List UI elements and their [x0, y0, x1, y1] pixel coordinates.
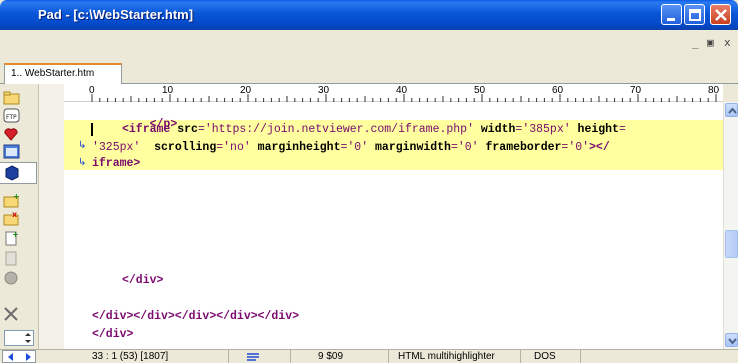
line-gutter — [38, 84, 64, 349]
project-box-icon — [5, 165, 19, 181]
ruler-label: 0 — [89, 85, 95, 96]
code-token: ></ — [589, 141, 610, 154]
spinner-arrows-icon — [25, 333, 31, 343]
ruler-label: 10 — [162, 85, 174, 96]
code-token: width — [480, 123, 516, 136]
scroll-thumb[interactable] — [725, 230, 738, 258]
status-bar: 33 : 1 (53) [1807] 9 $09 HTML multihighl… — [0, 349, 738, 363]
code-token: 'https://join.netviewer.com/iframe.php' — [204, 123, 474, 136]
ruler-label: 50 — [474, 85, 486, 96]
wrap-mode-icon[interactable] — [246, 352, 260, 362]
code-editor[interactable]: </p> <iframe src='https://join.netviewer… — [64, 102, 723, 349]
code-token: scrolling — [154, 141, 217, 154]
line-ending-mode[interactable]: DOS — [534, 351, 556, 362]
title-bar[interactable]: Pad - [c:\WebStarter.htm] — [0, 0, 738, 30]
code-line: </div></div></div></div></div> — [92, 310, 299, 323]
active-panel-tab[interactable] — [0, 162, 37, 184]
wrap-indicator-icon: ↳ — [78, 157, 87, 168]
wrap-indicator-icon: ↳ — [78, 140, 87, 151]
new-file-icon[interactable]: + — [3, 230, 21, 246]
ftp-icon[interactable]: FTP — [3, 108, 21, 124]
new-folder-icon[interactable]: + — [3, 192, 21, 208]
panel-nav-buttons[interactable] — [2, 350, 36, 363]
tab-webstarter[interactable]: 1.. WebStarter.htm — [4, 63, 122, 85]
svg-text:x: x — [12, 210, 18, 219]
code-token: 'no' — [223, 141, 251, 154]
left-right-arrows-icon — [8, 353, 31, 361]
document-tab-bar: 1.. WebStarter.htm — [0, 60, 738, 85]
favorites-heart-icon[interactable] — [3, 126, 21, 142]
close-button[interactable] — [710, 4, 731, 25]
window-title: Pad - [c:\WebStarter.htm] — [38, 7, 194, 22]
maximize-icon — [689, 9, 701, 21]
disabled-circle-icon — [4, 271, 18, 285]
status-separator — [290, 350, 291, 363]
file-disabled-icon — [5, 251, 17, 266]
status-separator — [520, 350, 521, 363]
code-line: <iframe src='https://join.netviewer.com/… — [122, 123, 626, 136]
ruler-label: 40 — [396, 85, 408, 96]
code-line: </div> — [122, 274, 163, 287]
code-token: '385px' — [522, 123, 571, 136]
svg-text:FTP: FTP — [6, 114, 17, 121]
minimize-button[interactable] — [661, 4, 682, 25]
svg-text:+: + — [12, 230, 19, 239]
column-ruler: 0 10 20 30 40 50 60 70 80 — [64, 84, 723, 102]
code-token: '0' — [568, 141, 590, 154]
code-token: src — [177, 123, 198, 136]
code-token: marginwidth — [375, 141, 451, 154]
chevron-down-icon — [728, 338, 737, 345]
ruler-label: 30 — [318, 85, 330, 96]
code-line: iframe> — [92, 157, 140, 170]
code-token: height — [577, 123, 619, 136]
code-token: frameborder — [485, 141, 562, 154]
status-separator — [580, 350, 581, 363]
ruler-label: 60 — [552, 85, 564, 96]
tools-icon[interactable] — [3, 306, 21, 322]
folder-icon[interactable] — [3, 90, 21, 106]
cursor-position: 33 : 1 (53) [1807] — [92, 351, 169, 362]
status-separator — [228, 350, 229, 363]
ruler-label: 70 — [630, 85, 642, 96]
mdi-restore-button[interactable]: ▣ — [707, 36, 714, 49]
ruler-label: 80 — [708, 85, 720, 96]
code-token: iframe> — [92, 157, 141, 170]
mdi-minimize-button[interactable]: _ — [692, 36, 699, 49]
close-icon — [715, 9, 727, 21]
text-cursor — [91, 123, 93, 136]
code-token: <iframe — [122, 123, 171, 136]
code-token: '325px' — [92, 141, 141, 154]
code-token: </div> — [92, 328, 134, 341]
vertical-scrollbar[interactable] — [723, 102, 738, 349]
left-toolbar: FTP + x + — [0, 84, 64, 349]
panel-spinner[interactable] — [4, 330, 34, 346]
window-list-icon[interactable] — [3, 144, 21, 160]
status-separator — [388, 350, 389, 363]
scroll-down-button[interactable] — [725, 333, 738, 347]
code-token: </div> — [122, 274, 164, 287]
code-token: '0' — [347, 141, 369, 154]
chevron-up-icon — [728, 107, 737, 114]
code-token: marginheight — [257, 141, 341, 154]
code-line: '325px' scrolling='no' marginheight='0' … — [92, 141, 610, 154]
svg-text:+: + — [13, 192, 20, 201]
mdi-close-button[interactable]: x — [724, 36, 731, 49]
maximize-button[interactable] — [684, 4, 705, 25]
highlighter-mode[interactable]: HTML multihighlighter — [398, 351, 495, 362]
scroll-up-button[interactable] — [725, 103, 738, 117]
ruler-label: 20 — [240, 85, 252, 96]
minimize-icon — [667, 18, 675, 21]
code-token: '0' — [457, 141, 479, 154]
code-line: </div> — [92, 328, 133, 341]
delete-folder-icon[interactable]: x — [3, 210, 21, 226]
code-token: </div></div></div></div></div> — [92, 310, 300, 323]
char-code: 9 $09 — [318, 351, 344, 362]
mdi-controls-row: _ ▣ x — [0, 30, 738, 60]
